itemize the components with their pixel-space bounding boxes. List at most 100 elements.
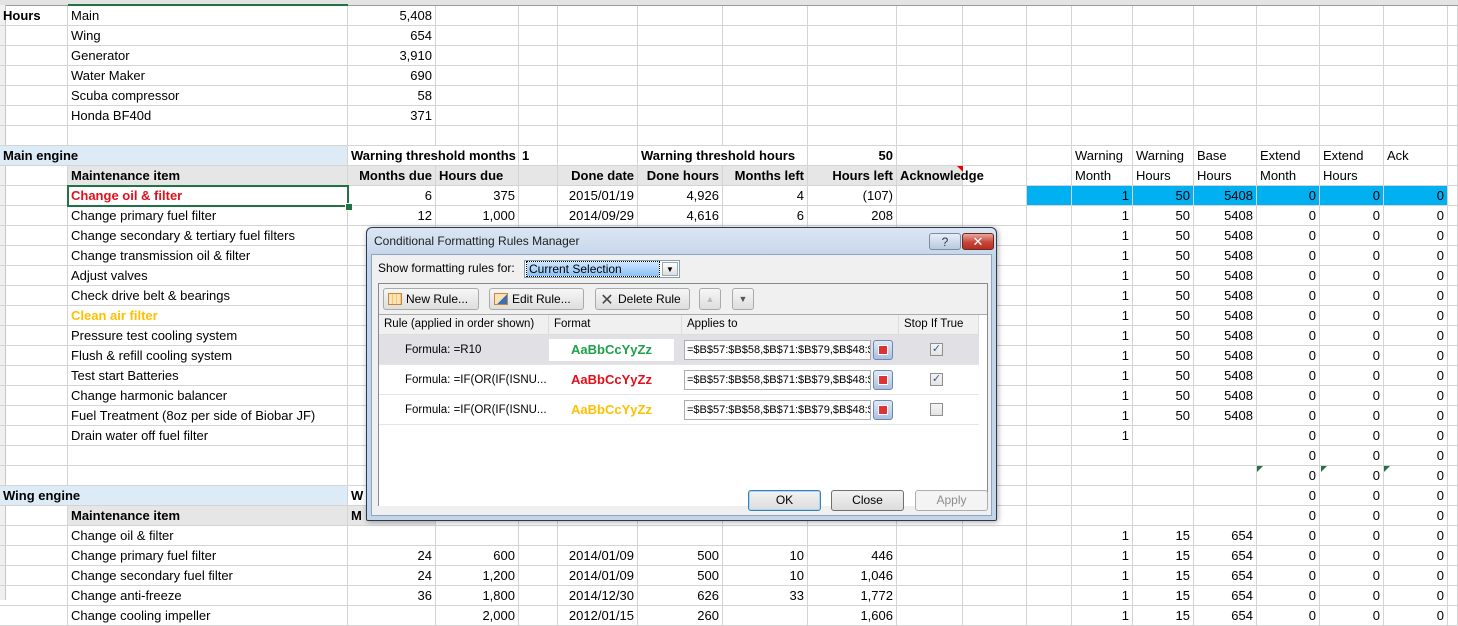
header-maintenance-item[interactable]: Maintenance item — [68, 506, 348, 526]
empty-cell[interactable] — [897, 66, 963, 86]
helper-value[interactable]: 0 — [1320, 246, 1384, 266]
helper-value[interactable]: 1 — [1072, 186, 1133, 206]
months-due[interactable] — [348, 606, 436, 626]
maintenance-item-name[interactable]: Check drive belt & bearings — [68, 286, 348, 306]
helper-value[interactable]: 0 — [1384, 346, 1448, 366]
ok-button[interactable]: OK — [748, 490, 821, 511]
empty-cell[interactable] — [808, 66, 897, 86]
empty-cell[interactable] — [519, 26, 558, 46]
empty-cell[interactable] — [1320, 46, 1384, 66]
hours-left[interactable]: 446 — [808, 546, 897, 566]
empty-cell[interactable] — [436, 66, 519, 86]
wing-engine-title[interactable]: Wing engine — [0, 486, 348, 506]
helper-value[interactable]: 50 — [1133, 306, 1194, 326]
done-date[interactable]: 2014/09/29 — [558, 206, 638, 226]
fill-handle[interactable] — [345, 203, 353, 211]
helper-value[interactable]: 15 — [1133, 546, 1194, 566]
maintenance-item-name[interactable]: Fuel Treatment (8oz per side of Biobar J… — [68, 406, 348, 426]
empty-cell[interactable] — [1257, 26, 1320, 46]
empty-cell[interactable] — [963, 586, 1027, 606]
apply-button[interactable]: Apply — [915, 490, 988, 511]
empty-cell[interactable] — [1448, 86, 1458, 106]
empty-cell[interactable] — [519, 46, 558, 66]
helper-value[interactable]: 5408 — [1194, 406, 1257, 426]
helper-value[interactable]: 50 — [1133, 186, 1194, 206]
empty-cell[interactable] — [723, 66, 808, 86]
warning-hours-label[interactable]: Warning threshold hours — [638, 146, 808, 166]
helper-value[interactable]: 50 — [1133, 366, 1194, 386]
stop-if-true-checkbox[interactable]: ✓ — [930, 343, 943, 356]
helper-value[interactable]: 5408 — [1194, 246, 1257, 266]
empty-cell[interactable] — [723, 26, 808, 46]
empty-cell[interactable] — [897, 86, 963, 106]
empty-cell[interactable] — [1194, 86, 1257, 106]
helper-value[interactable]: 0 — [1257, 546, 1320, 566]
empty-cell[interactable] — [1027, 426, 1072, 446]
maintenance-item-name[interactable]: Change oil & filter — [68, 526, 348, 546]
empty-cell[interactable] — [1448, 386, 1458, 406]
empty-cell[interactable] — [1027, 306, 1072, 326]
helper-header[interactable]: Base — [1194, 146, 1257, 166]
helper-value[interactable]: 0 — [1257, 566, 1320, 586]
hours-item-value[interactable]: 371 — [348, 106, 436, 126]
empty-cell[interactable] — [558, 66, 638, 86]
empty-cell[interactable] — [723, 126, 808, 146]
empty-cell[interactable] — [0, 586, 68, 606]
empty-cell[interactable] — [519, 6, 558, 26]
hours-due[interactable]: 1,800 — [436, 586, 519, 606]
empty-cell[interactable] — [638, 86, 723, 106]
empty-cell[interactable] — [519, 526, 558, 546]
helper-value[interactable]: 0 — [1257, 466, 1320, 486]
empty-cell[interactable] — [0, 286, 68, 306]
header-acknowledge[interactable]: Acknowledge — [897, 166, 984, 186]
helper-value[interactable]: 0 — [1257, 226, 1320, 246]
empty-cell[interactable] — [1448, 26, 1458, 46]
done-date[interactable]: 2015/01/19 — [558, 186, 638, 206]
move-down-button[interactable]: ▼ — [732, 288, 754, 310]
hours-item-name[interactable]: Generator — [68, 46, 348, 66]
hours-item-value[interactable]: 690 — [348, 66, 436, 86]
months-left[interactable] — [723, 526, 808, 546]
acknowledge-cell[interactable] — [897, 546, 963, 566]
empty-cell[interactable] — [0, 166, 68, 186]
helper-value[interactable]: 0 — [1320, 306, 1384, 326]
rule-row[interactable]: Formula: =IF(OR(IF(ISNU... AaBbCcYyZz =$B$… — [379, 365, 979, 395]
helper-value[interactable] — [1133, 446, 1194, 466]
acknowledge-cell[interactable] — [897, 606, 963, 626]
empty-cell[interactable] — [963, 526, 1027, 546]
empty-cell[interactable] — [1027, 326, 1072, 346]
empty-cell[interactable] — [436, 46, 519, 66]
empty-cell[interactable] — [1194, 106, 1257, 126]
helper-value[interactable]: 0 — [1384, 326, 1448, 346]
done-hours[interactable]: 626 — [638, 586, 723, 606]
done-date[interactable] — [558, 526, 638, 546]
helper-value[interactable]: 50 — [1133, 286, 1194, 306]
helper-value[interactable]: 0 — [1257, 526, 1320, 546]
stop-if-true-checkbox[interactable] — [930, 403, 943, 416]
empty-cell[interactable] — [558, 6, 638, 26]
helper-value[interactable]: 0 — [1384, 526, 1448, 546]
maintenance-item-name[interactable]: Change harmonic balancer — [68, 386, 348, 406]
empty-cell[interactable] — [1448, 286, 1458, 306]
helper-value[interactable]: 0 — [1257, 506, 1320, 526]
empty-cell[interactable] — [1027, 6, 1072, 26]
helper-value[interactable]: 0 — [1384, 186, 1448, 206]
helper-value[interactable]: 0 — [1384, 606, 1448, 626]
helper-value[interactable]: 0 — [1384, 246, 1448, 266]
empty-cell[interactable] — [1027, 466, 1072, 486]
hours-left[interactable]: 208 — [808, 206, 897, 226]
empty-cell[interactable] — [1448, 346, 1458, 366]
helper-value[interactable]: 5408 — [1194, 266, 1257, 286]
empty-cell[interactable] — [1027, 386, 1072, 406]
helper-value[interactable]: 0 — [1320, 486, 1384, 506]
empty-cell[interactable] — [1194, 26, 1257, 46]
hours-item-value[interactable]: 654 — [348, 26, 436, 46]
helper-header[interactable]: Month — [1072, 166, 1133, 186]
helper-value[interactable]: 0 — [1384, 386, 1448, 406]
empty-cell[interactable] — [519, 166, 558, 186]
helper-value[interactable]: 1 — [1072, 206, 1133, 226]
empty-cell[interactable] — [1027, 206, 1072, 226]
empty-cell[interactable] — [723, 6, 808, 26]
helper-value[interactable]: 50 — [1133, 206, 1194, 226]
header-done-date[interactable]: Done date — [558, 166, 638, 186]
